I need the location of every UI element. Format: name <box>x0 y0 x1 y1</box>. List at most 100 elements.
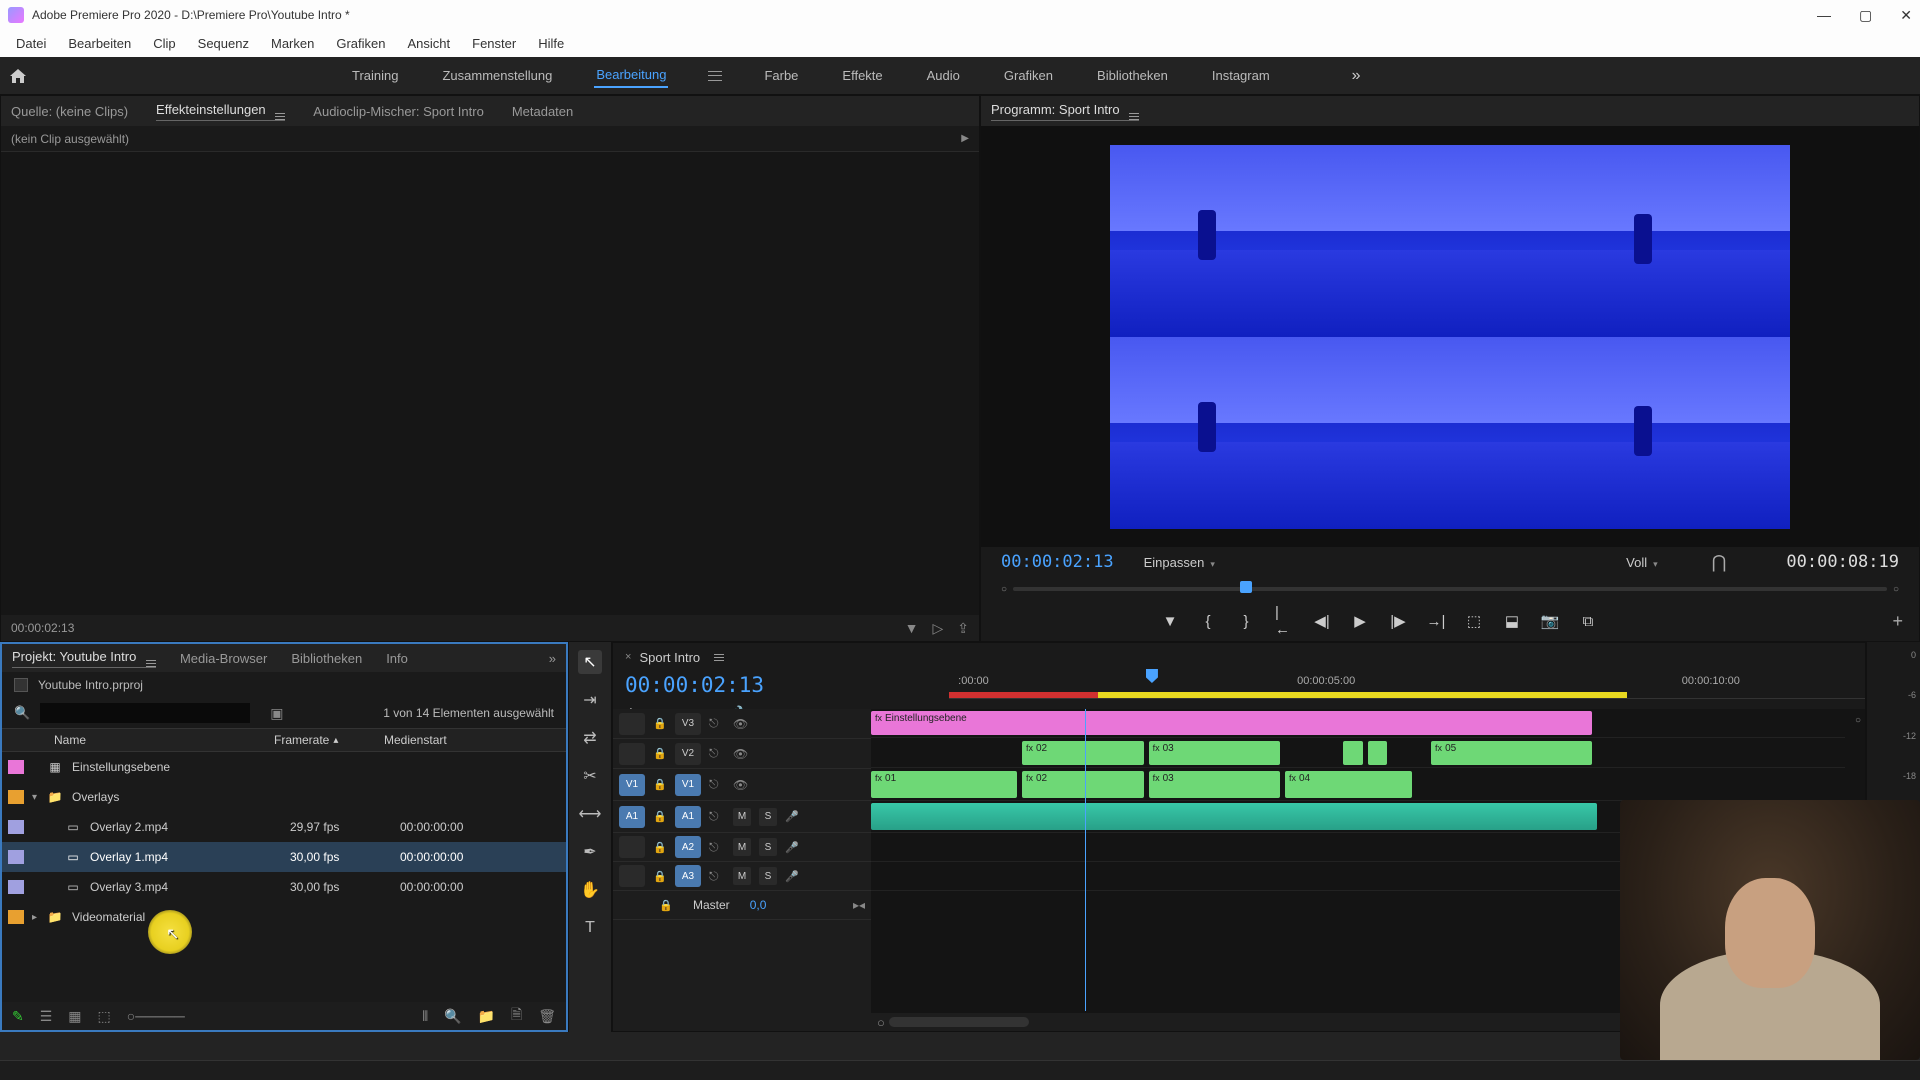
project-item[interactable]: ▸📁Videomaterial <box>2 902 566 932</box>
clip-v1-04[interactable]: fx04 <box>1285 771 1412 798</box>
comparison-view-button[interactable]: ⧉ <box>1579 612 1597 630</box>
label-color[interactable] <box>8 850 24 864</box>
clip-adjustment-layer[interactable]: fxEinstellungsebene <box>871 711 1592 735</box>
maximize-button[interactable]: ▢ <box>1859 7 1872 24</box>
menu-ansicht[interactable]: Ansicht <box>399 34 458 53</box>
button-editor-add[interactable]: + <box>1892 611 1903 632</box>
new-bin-button[interactable]: 📁 <box>478 1008 495 1025</box>
column-header-mediastart[interactable]: Medienstart <box>384 733 546 747</box>
menu-hilfe[interactable]: Hilfe <box>530 34 572 53</box>
clip-v2-gap1[interactable] <box>1343 741 1362 765</box>
tab-effect-controls[interactable]: Effekteinstellungen <box>156 102 285 121</box>
program-menu-icon[interactable] <box>1129 113 1139 120</box>
new-item-button[interactable]: 🗎 <box>511 1004 522 1028</box>
minimize-button[interactable]: — <box>1817 7 1831 24</box>
project-item[interactable]: ▭Overlay 3.mp430,00 fps00:00:00:00 <box>2 872 566 902</box>
workspace-instagram[interactable]: Instagram <box>1210 64 1272 87</box>
workspace-effekte[interactable]: Effekte <box>840 64 884 87</box>
label-color[interactable] <box>8 880 24 894</box>
track-select-tool[interactable]: ⇥ <box>578 688 602 712</box>
label-color[interactable] <box>8 820 24 834</box>
timeline-menu-icon[interactable] <box>714 654 724 661</box>
program-quality-select[interactable]: Voll▾ <box>1626 555 1658 570</box>
export-frame-button[interactable]: 📷 <box>1541 612 1559 630</box>
selection-tool[interactable]: ↖ <box>578 650 602 674</box>
delete-button[interactable]: 🗑 <box>538 1008 556 1025</box>
program-current-timecode[interactable]: 00:00:02:13 <box>1001 552 1114 572</box>
label-color[interactable] <box>8 910 24 924</box>
filter-icon[interactable]: ▼ <box>905 620 919 637</box>
sequence-name[interactable]: Sport Intro <box>639 650 700 665</box>
menu-datei[interactable]: Datei <box>8 34 54 53</box>
program-scrub-bar[interactable]: ○ ○ <box>981 577 1919 601</box>
tab-info[interactable]: Info <box>386 651 408 666</box>
column-header-name[interactable]: Name <box>54 733 274 747</box>
timeline-playhead[interactable] <box>1146 669 1158 683</box>
workspace-audio[interactable]: Audio <box>925 64 962 87</box>
workspace-training[interactable]: Training <box>350 64 400 87</box>
project-search-input[interactable] <box>40 703 250 723</box>
workspace-zusammenstellung[interactable]: Zusammenstellung <box>440 64 554 87</box>
play-button[interactable]: ▶ <box>1351 612 1369 630</box>
ripple-edit-tool[interactable]: ⇄ <box>578 726 602 750</box>
export-still-icon[interactable]: ⇪ <box>957 620 969 637</box>
menu-bearbeiten[interactable]: Bearbeiten <box>60 34 139 53</box>
clip-v1-02[interactable]: fx02 <box>1022 771 1144 798</box>
find-button[interactable]: 🔍 <box>444 1008 461 1025</box>
timeline-timecode[interactable]: 00:00:02:13 <box>625 673 863 697</box>
step-back-button[interactable]: ◀| <box>1313 612 1331 630</box>
slip-tool[interactable]: ⟷ <box>578 802 602 826</box>
razor-tool[interactable]: ✂ <box>578 764 602 788</box>
pen-tool[interactable]: ✒ <box>578 840 602 864</box>
clip-audio-a1[interactable] <box>871 803 1597 830</box>
effect-collapse-icon[interactable]: ▶ <box>961 133 969 144</box>
add-marker-button[interactable]: ▼ <box>1161 612 1179 630</box>
hand-tool[interactable]: ✋ <box>578 878 602 902</box>
workspace-bearbeitung[interactable]: Bearbeitung <box>594 63 668 88</box>
clip-v2-02[interactable]: fx02 <box>1022 741 1144 765</box>
workspace-grafiken[interactable]: Grafiken <box>1002 64 1055 87</box>
auto-sequence-button[interactable]: ⫴ <box>422 1008 428 1025</box>
new-bin-from-search-icon[interactable]: ▣ <box>270 705 283 722</box>
clip-v2-05[interactable]: fx05 <box>1431 741 1592 765</box>
tab-audio-mixer[interactable]: Audioclip-Mischer: Sport Intro <box>313 104 484 119</box>
magnet-icon[interactable]: ⋂ <box>1712 552 1727 573</box>
label-color[interactable] <box>8 790 24 804</box>
workspace-bibliotheken[interactable]: Bibliotheken <box>1095 64 1170 87</box>
project-menu-icon[interactable] <box>146 660 156 667</box>
menu-clip[interactable]: Clip <box>145 34 183 53</box>
sequence-close-button[interactable]: × <box>625 651 631 663</box>
master-track-value[interactable]: 0,0 <box>750 898 767 912</box>
timeline-horizontal-scrollbar[interactable] <box>889 1017 1029 1027</box>
program-zoom-select[interactable]: Einpassen▾ <box>1144 555 1215 570</box>
step-forward-button[interactable]: |▶ <box>1389 612 1407 630</box>
extract-button[interactable]: ⬓ <box>1503 612 1521 630</box>
tab-libraries[interactable]: Bibliotheken <box>291 651 362 666</box>
list-view-button[interactable]: ☰ <box>40 1008 53 1025</box>
lift-button[interactable]: ⬚ <box>1465 612 1483 630</box>
project-overflow-icon[interactable]: » <box>549 651 556 666</box>
freeform-view-button[interactable]: ⬚ <box>98 1008 111 1025</box>
workspace-menu-icon[interactable] <box>708 71 722 81</box>
zoom-slider[interactable]: ○───── <box>127 1008 185 1024</box>
timeline-vertical-scroll-top[interactable]: ○ <box>1855 715 1861 726</box>
menu-fenster[interactable]: Fenster <box>464 34 524 53</box>
project-item[interactable]: ▾📁Overlays <box>2 782 566 812</box>
expand-toggle[interactable]: ▸ <box>32 912 46 923</box>
panel-menu-icon[interactable] <box>275 113 285 120</box>
go-to-in-button[interactable]: |← <box>1275 612 1293 630</box>
menu-sequenz[interactable]: Sequenz <box>190 34 257 53</box>
program-video-output[interactable] <box>981 126 1919 547</box>
tab-program[interactable]: Programm: Sport Intro <box>991 102 1139 121</box>
clip-v1-01[interactable]: fx01 <box>871 771 1017 798</box>
project-item[interactable]: ▭Overlay 2.mp429,97 fps00:00:00:00 <box>2 812 566 842</box>
mark-in-button[interactable]: { <box>1199 612 1217 630</box>
type-tool[interactable]: T <box>578 916 602 940</box>
menu-grafiken[interactable]: Grafiken <box>328 34 393 53</box>
tab-metadata[interactable]: Metadaten <box>512 104 573 119</box>
menu-marken[interactable]: Marken <box>263 34 322 53</box>
column-header-framerate[interactable]: Framerate ▴ <box>274 733 384 747</box>
label-color[interactable] <box>8 760 24 774</box>
timeline-ruler[interactable]: :00:00 00:00:05:00 00:00:10:00 <box>949 671 1865 699</box>
work-area-bar[interactable] <box>949 692 1627 698</box>
